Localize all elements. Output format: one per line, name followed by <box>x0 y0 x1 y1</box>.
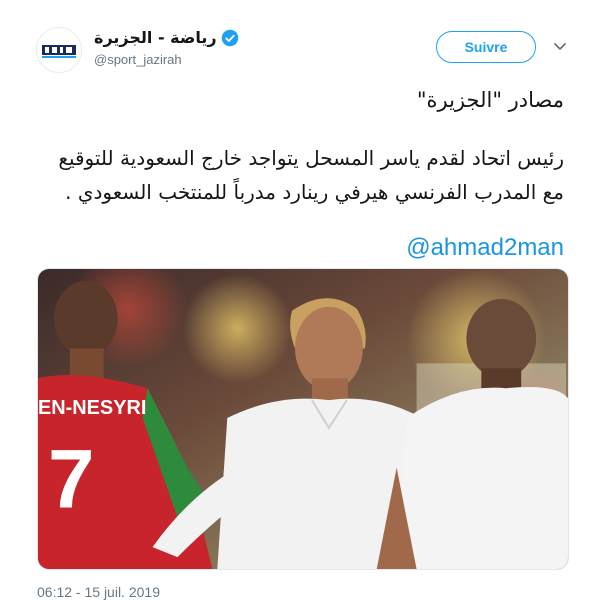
tweet-photo[interactable]: EN-NESYRI 7 <box>37 268 569 570</box>
verified-badge-icon <box>221 29 238 46</box>
jersey-name: EN-NESYRI <box>38 397 146 419</box>
tweet-text-line-3: مع المدرب الفرنسي هيرفي رينارد مدرباً لل… <box>65 180 564 204</box>
account-name-row: رياضة - الجزيرة <box>94 28 239 47</box>
tweet-header: رياضة - الجزيرة @sport_jazirah Suivre <box>0 0 602 80</box>
jersey-number: 7 <box>48 432 95 526</box>
account-display-name[interactable]: رياضة - الجزيرة <box>94 28 217 47</box>
account-handle[interactable]: @sport_jazirah <box>94 52 182 67</box>
photo-scene: EN-NESYRI 7 <box>38 269 568 569</box>
al-jazirah-logo <box>37 28 81 72</box>
tweet-text-line-1: مصادر "الجزيرة" <box>416 88 564 112</box>
mention-link[interactable]: @ahmad2man <box>406 234 564 262</box>
follow-button[interactable]: Suivre <box>436 31 536 63</box>
tweet-timestamp[interactable]: 06:12 - 15 juil. 2019 <box>37 584 160 600</box>
chevron-down-icon[interactable] <box>552 38 568 54</box>
tweet-text-line-2: رئيس اتحاد لقدم ياسر المسحل يتواجد خارج … <box>58 146 564 170</box>
avatar[interactable] <box>36 27 82 73</box>
